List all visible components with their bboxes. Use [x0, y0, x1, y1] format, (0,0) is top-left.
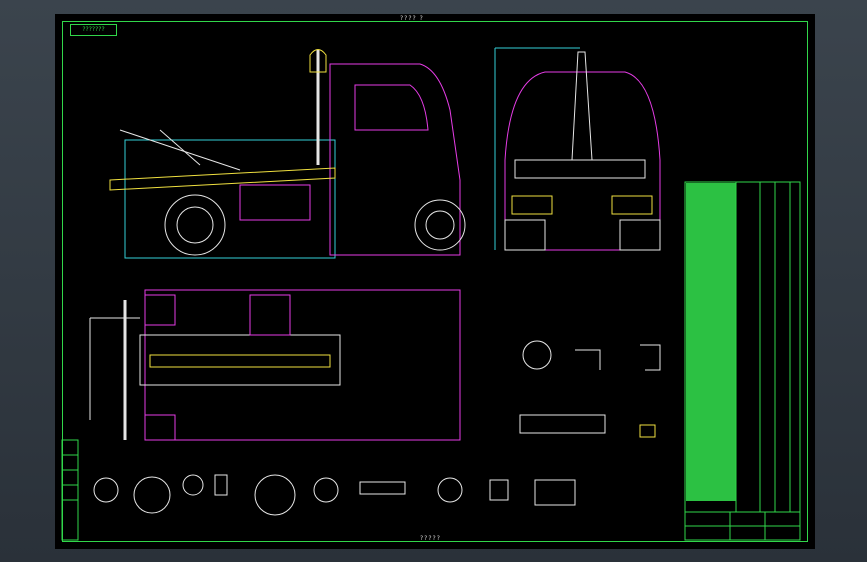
- cab-window: [354, 84, 429, 131]
- rear-lamp-right: [611, 195, 653, 215]
- rear-body-outline: [504, 71, 661, 251]
- truck-side-view: [109, 49, 466, 259]
- detail-a: [522, 340, 552, 370]
- rear-hook-arm: [571, 51, 593, 161]
- rear-wheel: [164, 194, 226, 256]
- title-block: [684, 511, 801, 541]
- detail-b: [575, 349, 601, 370]
- bill-of-materials: [684, 181, 801, 513]
- cab-outline: [329, 63, 461, 256]
- truck-rear-view: [494, 47, 661, 251]
- detail-c: [640, 344, 661, 371]
- chassis-plan-view: [89, 289, 461, 441]
- side-view-boundary: [124, 139, 336, 259]
- cylinder: [149, 354, 331, 368]
- rear-crossbeam: [514, 159, 646, 179]
- revision-table: [61, 439, 79, 541]
- subframe: [139, 334, 341, 386]
- tipping-frame: [109, 167, 336, 191]
- rear-lamp-left: [511, 195, 553, 215]
- detail-d: [519, 414, 606, 434]
- hydraulic-unit: [239, 184, 311, 221]
- plan-outline: [144, 289, 461, 441]
- cad-drawing: [61, 47, 801, 541]
- front-wheel: [414, 199, 466, 251]
